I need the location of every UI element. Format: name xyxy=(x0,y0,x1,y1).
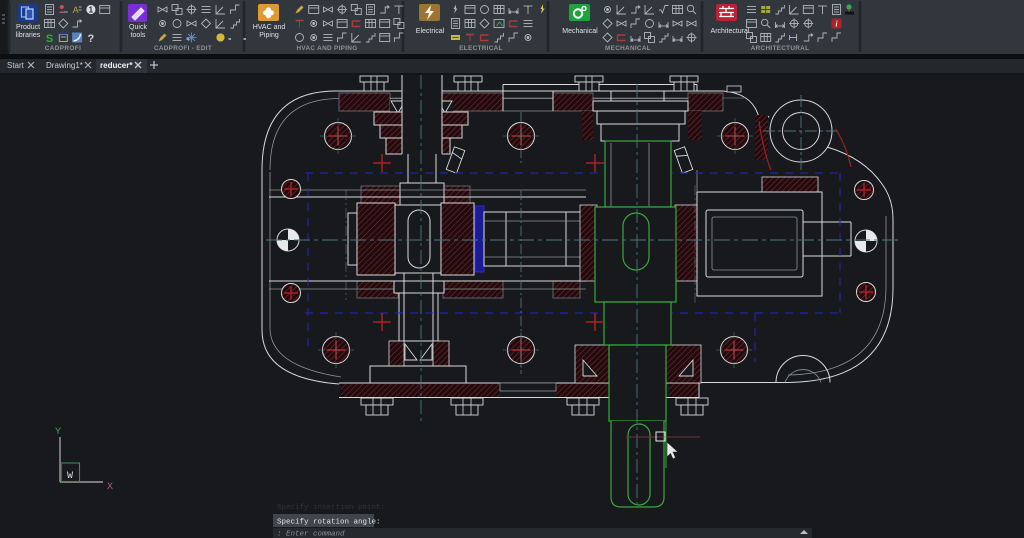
svg-text:Mechanical: Mechanical xyxy=(562,28,598,35)
svg-text:Drawing1*: Drawing1* xyxy=(46,61,83,70)
svg-text:ELECTRICAL: ELECTRICAL xyxy=(459,45,502,52)
svg-text:?: ? xyxy=(88,33,95,45)
svg-text:Y: Y xyxy=(55,427,61,438)
svg-text:Product: Product xyxy=(16,24,40,31)
svg-text:HVAC AND PIPING: HVAC AND PIPING xyxy=(297,45,358,52)
svg-text:S: S xyxy=(46,33,53,45)
svg-text:Piping: Piping xyxy=(259,32,279,39)
svg-text:HVAC and: HVAC and xyxy=(253,24,286,31)
svg-text:Specify insertion point:: Specify insertion point: xyxy=(277,504,385,512)
svg-text:CADPROFI: CADPROFI xyxy=(45,45,82,52)
svg-text:reducer*: reducer* xyxy=(100,61,133,70)
svg-text:tools: tools xyxy=(131,32,146,39)
svg-text:ARCHITECTURAL: ARCHITECTURAL xyxy=(751,45,810,52)
svg-text:X: X xyxy=(107,482,113,493)
svg-text:A: A xyxy=(73,5,79,15)
svg-text:Architectural: Architectural xyxy=(711,28,750,35)
svg-text:1: 1 xyxy=(89,6,94,15)
svg-text:: Enter command: : Enter command xyxy=(277,531,345,538)
svg-text:Quick: Quick xyxy=(129,24,147,31)
svg-text:MECHANICAL: MECHANICAL xyxy=(605,45,651,52)
svg-text:Start: Start xyxy=(7,61,25,70)
svg-text:Specify rotation angle:: Specify rotation angle: xyxy=(277,519,381,527)
svg-text:libraries: libraries xyxy=(16,32,41,39)
svg-text:W: W xyxy=(67,471,73,482)
svg-text:Electrical: Electrical xyxy=(416,28,445,35)
svg-text:CADPROFI - EDIT: CADPROFI - EDIT xyxy=(154,45,212,52)
